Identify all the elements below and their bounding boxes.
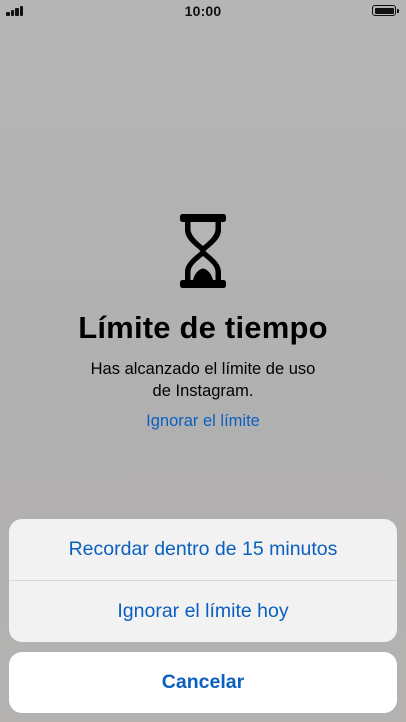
battery-icon bbox=[372, 5, 399, 16]
cancel-button[interactable]: Cancelar bbox=[9, 652, 397, 713]
alert-message: Has alcanzado el límite de uso de Instag… bbox=[60, 358, 346, 402]
cancel-sheet: Cancelar bbox=[9, 652, 397, 713]
alert-title: Límite de tiempo bbox=[78, 310, 328, 345]
alert-message-line-2: de Instagram. bbox=[152, 382, 254, 400]
ignore-limit-link[interactable]: Ignorar el límite bbox=[0, 412, 406, 431]
alert-message-line-1: Has alcanzado el límite de uso bbox=[90, 360, 316, 378]
hourglass-icon bbox=[180, 214, 226, 288]
ignore-limit-today-button[interactable]: Ignorar el límite hoy bbox=[9, 581, 397, 642]
action-sheet: Recordar dentro de 15 minutos Ignorar el… bbox=[9, 519, 397, 642]
status-bar: 10:00 bbox=[0, 0, 406, 22]
status-time: 10:00 bbox=[184, 3, 222, 19]
time-limit-screen: 10:00 Límite de tiempo Has alcanzado el … bbox=[0, 0, 406, 722]
remind-in-15-minutes-button[interactable]: Recordar dentro de 15 minutos bbox=[9, 519, 397, 580]
